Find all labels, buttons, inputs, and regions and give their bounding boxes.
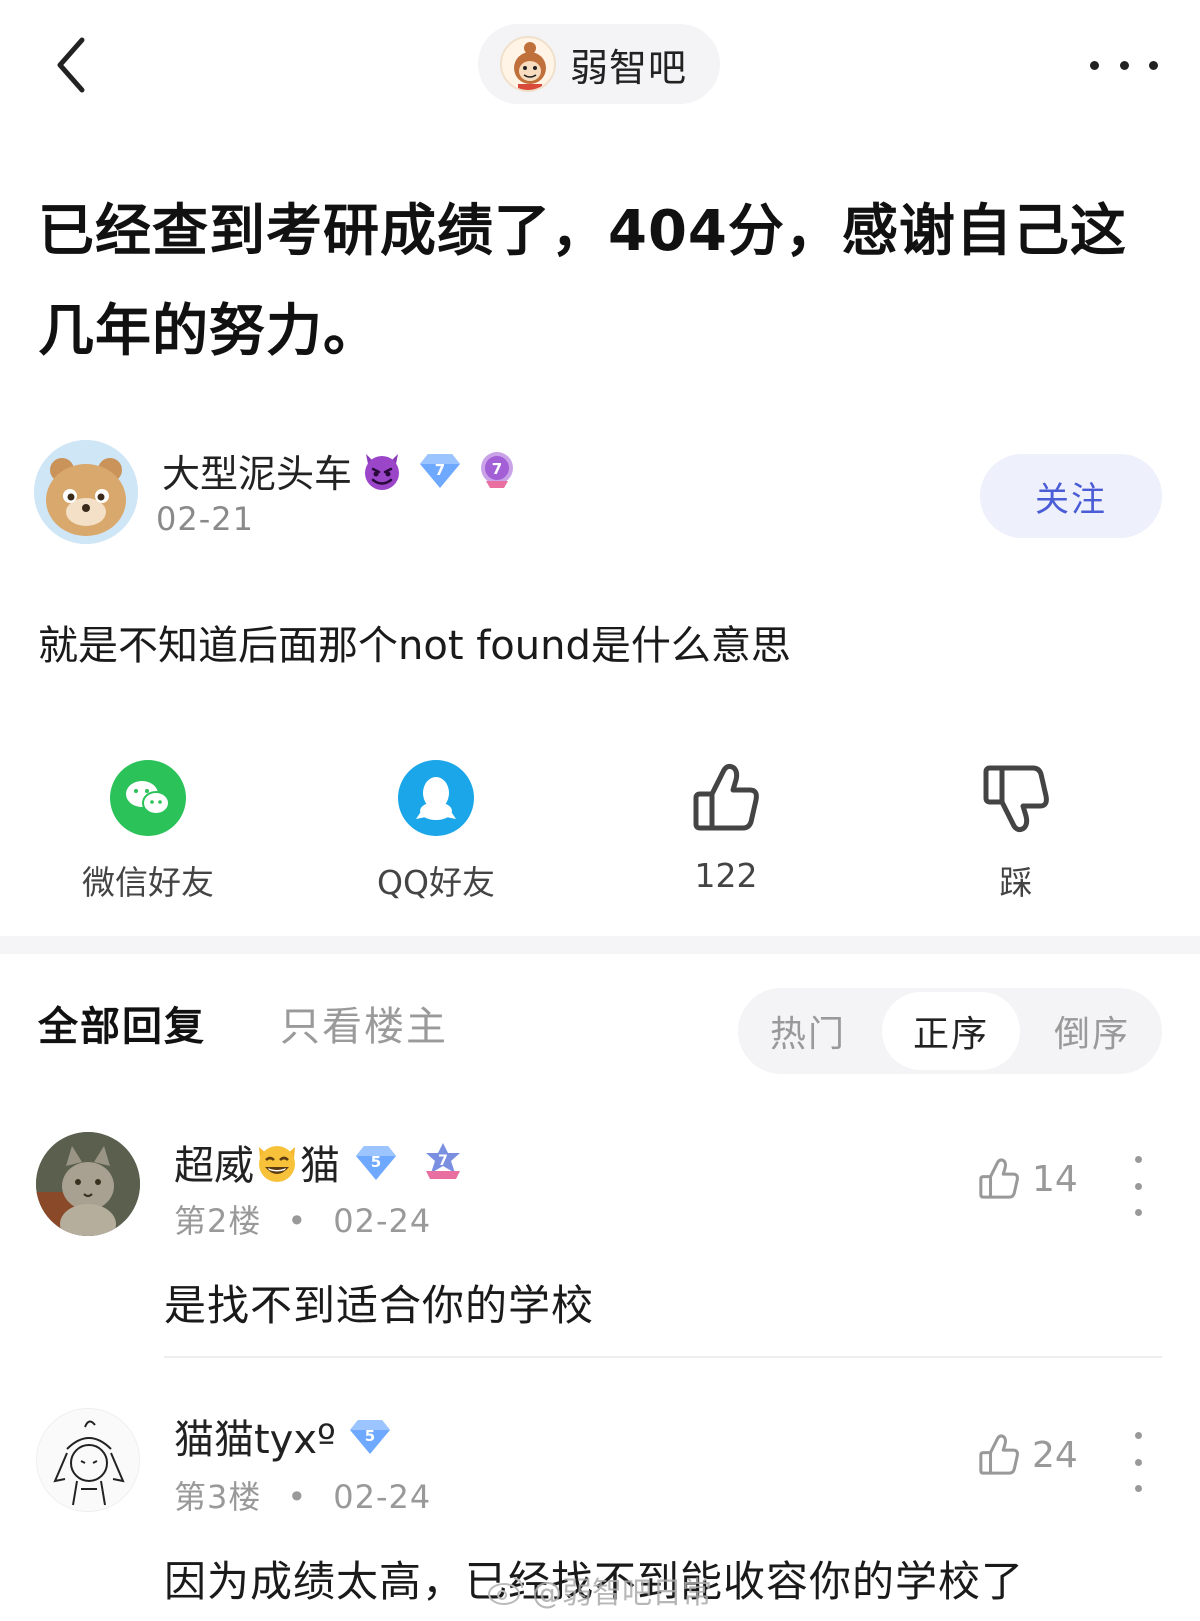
- more-dot: [1149, 60, 1158, 70]
- more-dot: [1134, 1458, 1142, 1466]
- more-dot: [1134, 1156, 1142, 1163]
- reply-like-button[interactable]: 14: [976, 1156, 1078, 1202]
- post-date: 02-21: [156, 500, 254, 538]
- medal-badge-icon: 7: [426, 1143, 460, 1179]
- svg-text:7: 7: [492, 460, 502, 478]
- thumbs-down-icon: [983, 765, 1049, 833]
- more-options-button[interactable]: [1084, 40, 1164, 90]
- reply-date: 02-24: [333, 1202, 432, 1240]
- share-wechat-button[interactable]: 微信好友: [48, 760, 248, 904]
- thumbs-up-icon: [693, 763, 759, 831]
- svg-text:7: 7: [438, 1153, 448, 1169]
- sort-desc-button[interactable]: 倒序: [1022, 988, 1162, 1074]
- level-diamond-icon: 5: [356, 1146, 396, 1180]
- reply-more-button[interactable]: [1126, 1432, 1150, 1492]
- reply-date: 02-24: [333, 1478, 432, 1516]
- reply-floor: 第2楼: [174, 1202, 262, 1240]
- qq-label: QQ好友: [377, 863, 495, 902]
- more-dot: [1119, 60, 1129, 70]
- qq-icon: [398, 760, 474, 836]
- thumbs-up-icon: [979, 1434, 1019, 1475]
- back-button[interactable]: [48, 30, 98, 100]
- meta-separator: •: [287, 1202, 308, 1240]
- reply-divider: [164, 1356, 1162, 1358]
- more-dot: [1090, 60, 1099, 70]
- section-divider: [0, 936, 1200, 954]
- reply-like-count: 14: [1032, 1158, 1078, 1200]
- grinning-cat-emoji-icon: [259, 1146, 295, 1182]
- reply-avatar[interactable]: [36, 1408, 140, 1512]
- svg-text:7: 7: [435, 461, 445, 479]
- tab-op-only[interactable]: 只看楼主: [280, 994, 448, 1052]
- chevron-left-icon: [57, 37, 85, 93]
- reply-like-count: 24: [1032, 1434, 1078, 1476]
- reply-text: 是找不到适合你的学校: [164, 1281, 595, 1330]
- author-name[interactable]: 大型泥头车: [162, 443, 352, 498]
- reply-name-row: 猫猫tyxº 5: [174, 1408, 392, 1464]
- author-avatar[interactable]: [34, 440, 138, 544]
- wechat-icon: [110, 760, 186, 836]
- forum-pill[interactable]: 弱智吧: [478, 24, 720, 104]
- watermark: @弱智吧日常: [486, 1568, 712, 1612]
- reply-like-button[interactable]: 24: [976, 1432, 1078, 1478]
- sort-asc-button[interactable]: 正序: [882, 992, 1020, 1070]
- reply-more-button[interactable]: [1126, 1156, 1150, 1216]
- like-button[interactable]: 122: [626, 760, 826, 895]
- post-title: 已经查到考研成绩了，404分，感谢自己这几年的努力。: [38, 199, 1127, 364]
- reply-meta: 第2楼 • 02-24: [174, 1196, 431, 1242]
- reply-meta: 第3楼 • 02-24: [174, 1472, 431, 1518]
- reply-author-name[interactable]: 猫: [300, 1133, 340, 1191]
- sort-segmented-control: 热门 正序 倒序: [738, 988, 1162, 1074]
- dislike-button[interactable]: 踩: [916, 760, 1116, 904]
- level-diamond-icon: 7: [420, 454, 461, 488]
- thumbs-up-icon: [979, 1158, 1019, 1199]
- reply-name-row: 超威 猫 5 7: [174, 1134, 466, 1190]
- devil-emoji-icon: [365, 454, 400, 490]
- like-count: 122: [694, 856, 758, 895]
- forum-name: 弱智吧: [570, 45, 688, 90]
- author-name-row: 大型泥头车 7 7: [162, 442, 518, 498]
- wechat-label: 微信好友: [82, 863, 214, 902]
- svg-text:5: 5: [365, 1427, 375, 1445]
- meta-separator: •: [287, 1478, 308, 1516]
- tab-all-replies[interactable]: 全部回复: [38, 994, 206, 1052]
- top-bar: 弱智吧: [0, 0, 1200, 130]
- weibo-logo-icon: [488, 1577, 523, 1605]
- post-body: 就是不知道后面那个not found是什么意思: [38, 623, 791, 669]
- sort-hot-button[interactable]: 热门: [738, 988, 878, 1074]
- medal-badge-icon: 7: [481, 452, 514, 488]
- follow-button[interactable]: 关注: [980, 454, 1162, 538]
- more-dot: [1134, 1432, 1142, 1439]
- more-dot: [1134, 1182, 1142, 1190]
- more-dot: [1134, 1485, 1142, 1492]
- dislike-label: 踩: [999, 863, 1033, 902]
- watermark-text: @弱智吧日常: [532, 1576, 712, 1611]
- reply-author-name[interactable]: 超威: [174, 1133, 254, 1191]
- share-qq-button[interactable]: QQ好友: [336, 760, 536, 904]
- reply-author-name[interactable]: 猫猫tyxº: [174, 1407, 336, 1465]
- more-dot: [1134, 1209, 1142, 1216]
- reply-avatar[interactable]: [36, 1132, 140, 1236]
- reply-floor: 第3楼: [174, 1478, 262, 1516]
- level-diamond-icon: 5: [349, 1420, 390, 1454]
- svg-text:5: 5: [371, 1153, 381, 1171]
- forum-avatar: [500, 36, 556, 92]
